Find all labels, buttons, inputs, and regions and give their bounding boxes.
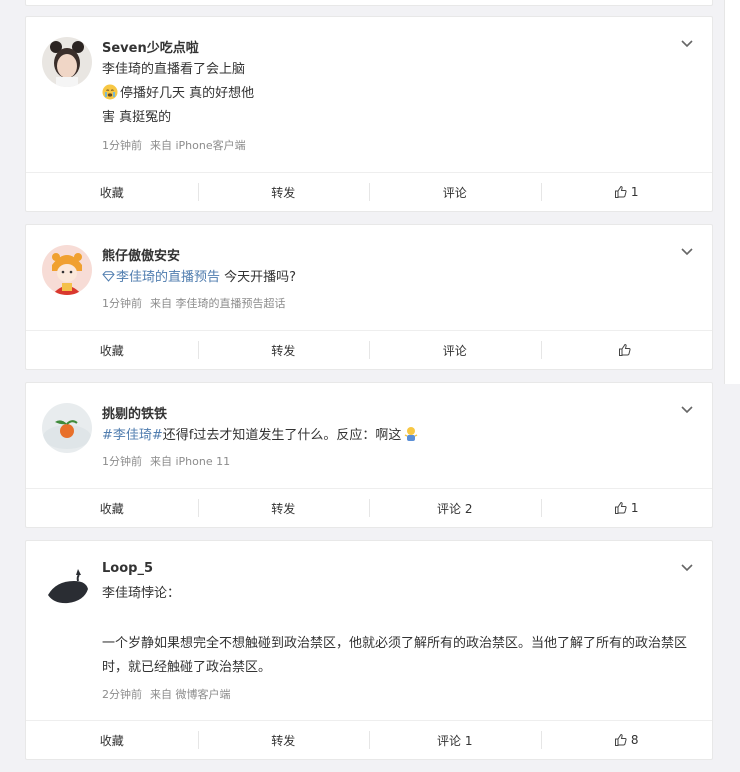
comment-button[interactable]: 评论 1 bbox=[369, 721, 541, 759]
post-time[interactable]: 1分钟前 bbox=[102, 297, 142, 310]
like-button[interactable]: 8 bbox=[540, 721, 713, 759]
comment-button[interactable]: 评论 bbox=[369, 173, 541, 211]
favorite-button[interactable]: 收藏 bbox=[26, 489, 198, 527]
post-text-segment: 停播好几天 真的好想他 bbox=[120, 86, 255, 101]
post-text-line: 李佳琦的直播预告 今天开播吗? bbox=[102, 268, 296, 289]
author-name[interactable]: Loop_5 bbox=[102, 561, 153, 576]
crying-face-icon bbox=[102, 84, 118, 100]
post-text-line: 李佳琦悖论： bbox=[102, 586, 181, 601]
supertopic-link[interactable]: 李佳琦的直播预告 bbox=[102, 270, 224, 285]
post-text-line: 害 真挺冤的 bbox=[102, 110, 172, 125]
post-meta: 1分钟前 来自 iPhone客户端 bbox=[102, 137, 254, 153]
like-button[interactable] bbox=[540, 331, 713, 369]
avatar[interactable] bbox=[42, 37, 92, 87]
like-count: 1 bbox=[630, 185, 639, 199]
repost-button[interactable]: 转发 bbox=[197, 331, 370, 369]
previous-post-bottom bbox=[25, 0, 713, 6]
post-meta: 1分钟前 来自 iPhone 11 bbox=[102, 453, 238, 469]
like-button[interactable]: 1 bbox=[540, 489, 713, 527]
thumbs-up-icon bbox=[614, 501, 628, 515]
hashtag-link[interactable]: #李佳琦# bbox=[102, 428, 163, 443]
post-text-line: #李佳琦#还得f过去才知道发生了什么。反应：啊这 bbox=[102, 426, 421, 446]
post-time[interactable]: 1分钟前 bbox=[102, 139, 142, 152]
post-meta: 2分钟前 来自 微博客户端 bbox=[102, 686, 239, 702]
comment-button[interactable]: 评论 bbox=[369, 331, 541, 369]
shrug-emoji-icon bbox=[403, 426, 419, 442]
favorite-button[interactable]: 收藏 bbox=[26, 331, 198, 369]
diamond-icon bbox=[102, 269, 115, 289]
supertopic-name: 李佳琦的直播预告 bbox=[116, 270, 221, 285]
like-button[interactable]: 1 bbox=[540, 173, 713, 211]
thumbs-up-icon bbox=[618, 343, 632, 357]
thumbs-up-icon bbox=[614, 185, 628, 199]
post-source: 来自 微博客户端 bbox=[150, 688, 231, 701]
feed-post: Loop_5 李佳琦悖论： 一个岁静如果想完全不想触碰到政治禁区，他就必须了解所… bbox=[25, 540, 713, 760]
repost-button[interactable]: 转发 bbox=[197, 173, 370, 211]
post-source[interactable]: 来自 李佳琦的直播预告超话 bbox=[150, 297, 286, 310]
post-source: 来自 iPhone 11 bbox=[150, 455, 231, 468]
right-panel-edge bbox=[724, 0, 740, 384]
action-bar: 收藏 转发 评论 2 1 bbox=[26, 488, 712, 527]
author-name[interactable]: Seven少吃点啦 bbox=[102, 37, 199, 56]
post-source: 来自 iPhone客户端 bbox=[150, 139, 246, 152]
avatar[interactable] bbox=[42, 245, 92, 295]
action-bar: 收藏 转发 评论 bbox=[26, 330, 712, 369]
repost-button[interactable]: 转发 bbox=[197, 721, 370, 759]
like-count: 8 bbox=[630, 733, 639, 747]
action-bar: 收藏 转发 评论 1 bbox=[26, 172, 712, 211]
avatar[interactable] bbox=[42, 561, 92, 611]
post-text-segment: 还得f过去才知道发生了什么。反应：啊这 bbox=[162, 428, 402, 443]
favorite-button[interactable]: 收藏 bbox=[26, 173, 198, 211]
like-count: 1 bbox=[630, 501, 639, 515]
feed-post: 熊仔傲傲安安 李佳琦的直播预告 今天开播吗? 1分钟前 来自 李佳琦的直播预告超话… bbox=[25, 224, 713, 370]
chevron-down-icon[interactable] bbox=[680, 403, 694, 417]
author-name[interactable]: 熊仔傲傲安安 bbox=[102, 245, 180, 264]
post-paragraph: 一个岁静如果想完全不想触碰到政治禁区，他就必须了解所有的政治禁区。当他了解了所有… bbox=[102, 636, 688, 675]
repost-button[interactable]: 转发 bbox=[197, 489, 370, 527]
feed-post: 挑剔的铁铁 #李佳琦#还得f过去才知道发生了什么。反应：啊这 1分钟前 来自 iP… bbox=[25, 382, 713, 528]
post-time[interactable]: 1分钟前 bbox=[102, 455, 142, 468]
post-time[interactable]: 2分钟前 bbox=[102, 688, 142, 701]
post-meta: 1分钟前 来自 李佳琦的直播预告超话 bbox=[102, 295, 294, 311]
avatar[interactable] bbox=[42, 403, 92, 453]
post-text-line: 李佳琦的直播看了会上脑 bbox=[102, 62, 246, 77]
chevron-down-icon[interactable] bbox=[680, 37, 694, 51]
comment-button[interactable]: 评论 2 bbox=[369, 489, 541, 527]
favorite-button[interactable]: 收藏 bbox=[26, 721, 198, 759]
chevron-down-icon[interactable] bbox=[680, 245, 694, 259]
action-bar: 收藏 转发 评论 1 8 bbox=[26, 720, 712, 759]
post-text-line: 停播好几天 真的好想他 bbox=[102, 84, 254, 104]
post-text-segment: 今天开播吗? bbox=[224, 270, 297, 285]
thumbs-up-icon bbox=[614, 733, 628, 747]
author-name[interactable]: 挑剔的铁铁 bbox=[102, 403, 167, 422]
feed-post: Seven少吃点啦 李佳琦的直播看了会上脑 停播好几天 真的好想他 害 真挺冤的… bbox=[25, 16, 713, 212]
chevron-down-icon[interactable] bbox=[680, 561, 694, 575]
